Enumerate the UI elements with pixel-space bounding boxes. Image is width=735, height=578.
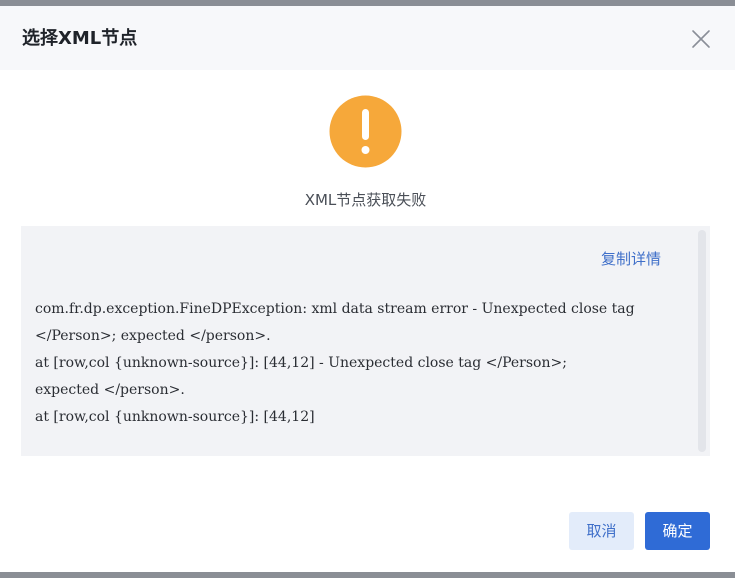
- error-message: com.fr.dp.exception.FineDPException: xml…: [35, 296, 695, 431]
- error-line: expected </person>.: [35, 382, 185, 398]
- select-xml-node-dialog: 选择XML节点 XML节点获取失败 复制详情 com.fr.dp.excepti…: [0, 6, 735, 572]
- warning-icon: [329, 95, 402, 168]
- close-icon: [692, 30, 710, 48]
- cancel-button[interactable]: 取消: [569, 512, 634, 550]
- backdrop-bottom: [0, 572, 735, 578]
- close-button[interactable]: [688, 26, 714, 52]
- dialog-header: 选择XML节点: [0, 6, 735, 70]
- confirm-button[interactable]: 确定: [645, 512, 710, 550]
- dialog-title: 选择XML节点: [22, 28, 138, 49]
- error-line: at [row,col {unknown-source}]: [44,12]: [35, 409, 315, 425]
- error-line: at [row,col {unknown-source}]: [44,12] -…: [35, 355, 567, 371]
- error-line: com.fr.dp.exception.FineDPException: xml…: [35, 301, 635, 317]
- scrollbar[interactable]: [698, 230, 706, 452]
- error-line: </Person>; expected </person>.: [35, 328, 271, 344]
- copy-details-link[interactable]: 复制详情: [601, 248, 661, 270]
- status-message: XML节点获取失败: [304, 191, 427, 209]
- error-detail-panel: 复制详情 com.fr.dp.exception.FineDPException…: [21, 226, 710, 456]
